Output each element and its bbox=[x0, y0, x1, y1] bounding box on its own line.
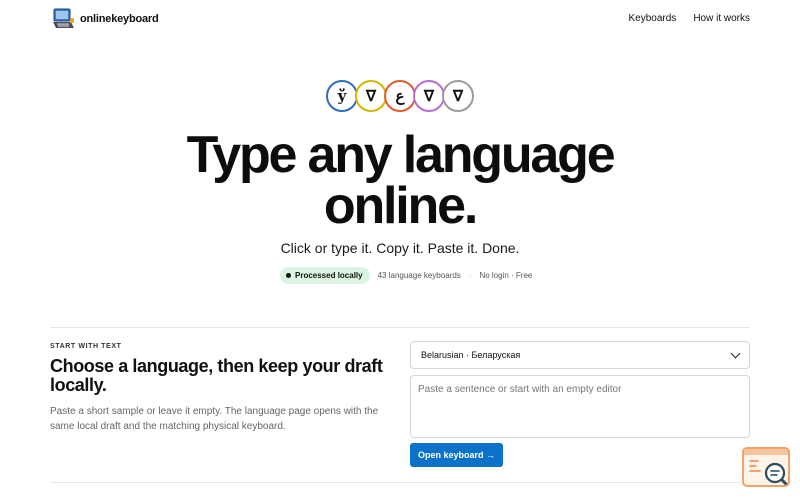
site-header: onlinekeyboard Keyboards How it works bbox=[0, 0, 800, 38]
section-divider-bottom bbox=[50, 482, 750, 483]
top-nav: Keyboards How it works bbox=[629, 13, 751, 24]
hero-title-line-2: online. bbox=[323, 177, 478, 235]
keyboards-count: 43 language keyboards bbox=[377, 271, 461, 280]
meta-separator: · bbox=[468, 271, 472, 280]
glyph-badge: ع bbox=[384, 80, 416, 112]
draft-textarea[interactable] bbox=[410, 375, 750, 438]
hero-subtitle: Click or type it. Copy it. Paste it. Don… bbox=[280, 240, 520, 256]
language-select[interactable]: Belarusian · Беларуская bbox=[410, 341, 750, 369]
status-dot-icon bbox=[286, 273, 291, 278]
section-title: Choose a language, then keep your draft … bbox=[50, 356, 383, 395]
glyph-char: ᐁ bbox=[423, 87, 435, 105]
nav-link-how-it-works[interactable]: How it works bbox=[693, 13, 750, 24]
glyph-char: ᐁ bbox=[452, 87, 464, 105]
section-description: Paste a short sample or leave it empty. … bbox=[50, 406, 379, 432]
script-glyph-badges: ў ᐁ ع ᐁ ᐁ bbox=[326, 80, 474, 112]
section-eyebrow: START WITH TEXT bbox=[50, 343, 122, 350]
brand-name: onlinekeyboard bbox=[80, 13, 159, 25]
glyph-char: ᐁ bbox=[365, 87, 377, 105]
badge-label: Processed locally bbox=[295, 271, 363, 280]
login-free-note: No login · Free bbox=[479, 271, 533, 280]
nav-link-keyboards[interactable]: Keyboards bbox=[629, 13, 677, 24]
search-magnifier-icon bbox=[744, 449, 788, 485]
hero-meta-row: Processed locally 43 language keyboards … bbox=[280, 267, 532, 284]
glyph-char: ў bbox=[337, 87, 347, 105]
processed-locally-badge: Processed locally bbox=[280, 267, 370, 284]
glyph-char: ع bbox=[395, 87, 405, 105]
hero-title: Type any language online. bbox=[0, 129, 800, 235]
chevron-down-icon bbox=[730, 348, 741, 358]
language-select-value: Belarusian · Беларуская bbox=[421, 350, 521, 360]
glyph-badge: ў bbox=[326, 80, 358, 112]
laptop-keyboard-icon bbox=[53, 8, 74, 28]
brand-link[interactable]: onlinekeyboard bbox=[51, 7, 159, 31]
floating-search-widget[interactable] bbox=[742, 447, 790, 487]
section-divider-top bbox=[50, 327, 750, 328]
glyph-badge: ᐁ bbox=[413, 80, 445, 112]
open-keyboard-button[interactable]: Open keyboard → bbox=[410, 443, 504, 467]
glyph-badge: ᐁ bbox=[442, 80, 474, 112]
glyph-badge: ᐁ bbox=[355, 80, 387, 112]
hero-title-line-1: Type any language bbox=[186, 126, 616, 184]
